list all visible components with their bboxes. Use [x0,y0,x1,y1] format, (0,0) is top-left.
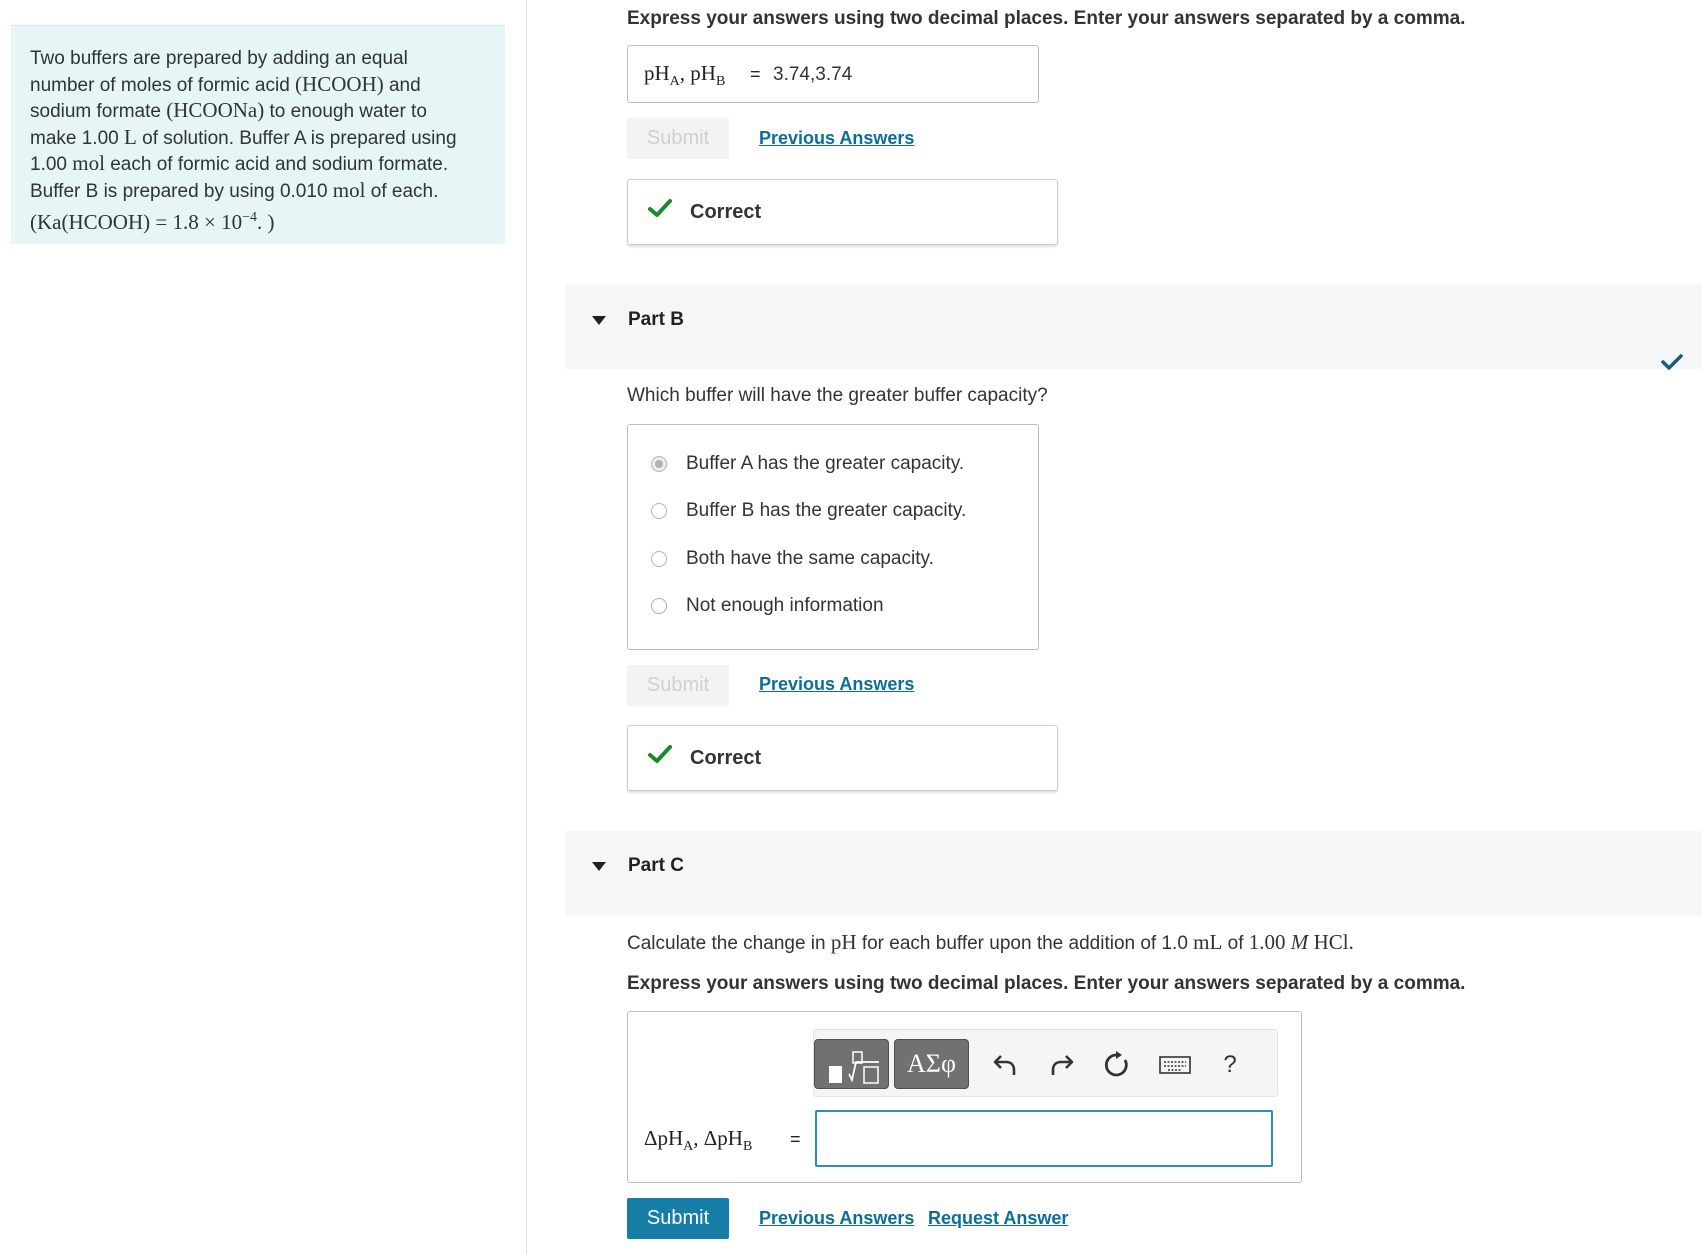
part-c-previous-answers-link[interactable]: Previous Answers [759,1208,914,1229]
part-a-feedback: Correct [627,179,1058,245]
part-b-options-box: Buffer A has the greater capacity. Buffe… [627,424,1039,650]
part-b-feedback-label: Correct [690,747,762,769]
caret-down-icon [592,316,606,325]
part-c-equals: = [790,1129,801,1149]
part-c-question: Calculate the change in pH for each buff… [627,930,1354,954]
part-b-previous-answers-link[interactable]: Previous Answers [759,674,914,695]
templates-icon [829,1051,879,1084]
greek-symbols-button[interactable]: ΑΣφ [894,1039,969,1089]
option-b-radio[interactable] [651,503,667,519]
part-b-header[interactable]: Part B [566,285,1702,370]
part-c-answer-input[interactable] [815,1110,1273,1167]
math-toolbar: ΑΣφ ? [813,1029,1278,1097]
request-answer-link[interactable]: Request Answer [928,1208,1068,1229]
part-a-equals: = [750,64,761,84]
part-c-header[interactable]: Part C [566,831,1702,915]
option-b-label[interactable]: Buffer B has the greater capacity. [686,500,966,522]
reset-icon[interactable] [1099,1049,1135,1081]
problem-statement: Two buffers are prepared by adding an eq… [11,25,505,244]
column-divider [526,0,527,1254]
undo-icon[interactable] [987,1049,1023,1081]
part-b-question: Which buffer will have the greater buffe… [627,385,1048,406]
redo-icon[interactable] [1044,1049,1080,1081]
option-d-radio[interactable] [651,598,667,614]
part-c-instruction: Express your answers using two decimal p… [627,973,1466,994]
part-a-answer-label: pHA, pHB [644,61,726,90]
part-b-submit-button[interactable]: Submit [627,665,729,706]
part-c-submit-button[interactable]: Submit [627,1198,729,1239]
part-b-title: Part B [628,309,684,330]
help-icon[interactable]: ? [1212,1049,1248,1081]
part-a-previous-answers-link[interactable]: Previous Answers [759,128,914,149]
option-a-radio[interactable] [651,456,667,472]
part-c-title: Part C [628,855,684,876]
part-c-answer-label: ΔpHA, ΔpHB [644,1126,753,1155]
option-d-label[interactable]: Not enough information [686,595,884,617]
part-b-feedback: Correct [627,725,1058,791]
part-a-feedback-label: Correct [690,201,762,223]
checkmark-icon [648,199,672,217]
part-c-answer-box: ΑΣφ ? ΔpHA, ΔpHB = [627,1011,1302,1183]
option-c-radio[interactable] [651,551,667,567]
part-a-answer-box: pHA, pHB = 3.74,3.74 [627,45,1039,103]
problem-text: Two buffers are prepared by adding an eq… [30,48,457,234]
option-a-label[interactable]: Buffer A has the greater capacity. [686,453,964,475]
part-a-answer-value: 3.74,3.74 [773,64,853,85]
ka-expression: (Ka(HCOOH) = 1.8 × 10−4. ) [30,209,275,234]
templates-button[interactable] [814,1039,889,1089]
checkmark-icon [648,745,672,763]
part-a-submit-button[interactable]: Submit [627,118,729,159]
keyboard-icon[interactable] [1157,1049,1193,1081]
option-c-label[interactable]: Both have the same capacity. [686,548,934,570]
part-a-instruction: Express your answers using two decimal p… [627,8,1466,29]
caret-down-icon [592,862,606,871]
part-complete-check-icon [1661,354,1683,370]
